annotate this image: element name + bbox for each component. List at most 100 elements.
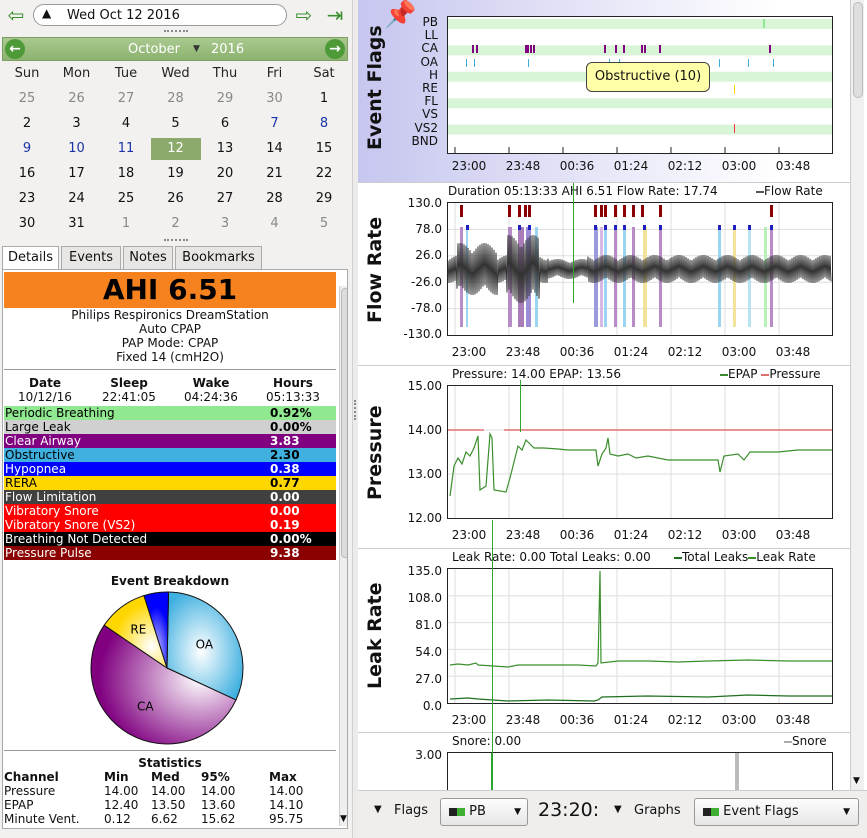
graphs-label[interactable]: Graphs: [634, 803, 681, 818]
weekday-label: Fri: [266, 66, 283, 81]
calendar-month[interactable]: October: [128, 42, 180, 57]
scrollbar-thumb[interactable]: [341, 288, 347, 558]
tab-details[interactable]: Details: [2, 246, 59, 270]
calendar-day[interactable]: 30: [2, 213, 52, 235]
stats-cell: 15.62: [201, 812, 236, 826]
graphs-combo[interactable]: Event Flags ▼: [694, 798, 859, 826]
details-scrollbar[interactable]: [339, 286, 347, 826]
tab-bookmarks[interactable]: Bookmarks: [175, 246, 262, 269]
calendar-day[interactable]: 31: [52, 213, 102, 235]
graphs-menu-icon[interactable]: ▼: [614, 804, 622, 815]
calendar-day[interactable]: 3: [200, 213, 250, 235]
scroll-down-icon[interactable]: ▼: [340, 814, 347, 824]
chevron-down-icon[interactable]: ▼: [193, 44, 200, 54]
grip-handle[interactable]: [164, 30, 188, 34]
calendar-day[interactable]: 26: [151, 188, 201, 210]
calendar-day[interactable]: 29: [200, 88, 250, 110]
calendar-day[interactable]: 2: [2, 113, 52, 135]
calendar-day[interactable]: 30: [250, 88, 300, 110]
leak-rate-graph[interactable]: Leak Rate Leak Rate: 0.00 Total Leaks: 0…: [358, 549, 853, 733]
graph-scrollbar[interactable]: ▼: [850, 0, 864, 790]
calendar-day[interactable]: 11: [101, 138, 151, 160]
calendar-day[interactable]: 12: [150, 138, 201, 160]
scrollbar-thumb[interactable]: [853, 2, 863, 98]
calendar-day[interactable]: 2: [151, 213, 201, 235]
x-tick-label: 01:24: [613, 159, 649, 173]
flags-label[interactable]: Flags: [394, 803, 428, 818]
calendar-day[interactable]: 5: [299, 213, 349, 235]
calendar-day[interactable]: 4: [101, 113, 151, 135]
calendar-day[interactable]: 7: [250, 113, 300, 135]
y-tick-label: 26.0: [415, 248, 442, 263]
flow-rate-graph[interactable]: Flow Rate Duration 05:13:33 AHI 6.51 Flo…: [358, 183, 853, 366]
chevron-down-icon: ▼: [843, 807, 850, 817]
calendar-day[interactable]: 14: [250, 138, 300, 160]
calendar-day[interactable]: 6: [200, 113, 250, 135]
event-row[interactable]: Vibratory Snore (VS2) 0.19: [4, 518, 336, 532]
calendar-day[interactable]: 3: [52, 113, 102, 135]
event-value: 0.00: [270, 490, 300, 504]
event-row[interactable]: Obstructive 2.30: [4, 448, 336, 462]
date-picker[interactable]: ▲ Wed Oct 12 2016: [33, 4, 287, 26]
calendar-day[interactable]: 8: [299, 113, 349, 135]
calendar-day[interactable]: 20: [200, 163, 250, 185]
calendar-day[interactable]: 28: [151, 88, 201, 110]
cursor-line: [492, 520, 493, 790]
next-month-button[interactable]: →: [325, 39, 345, 59]
prev-month-button[interactable]: ←: [5, 39, 25, 59]
event-row[interactable]: Large Leak 0.00%: [4, 420, 336, 434]
calendar-day[interactable]: 27: [101, 88, 151, 110]
calendar-day[interactable]: 1: [299, 88, 349, 110]
pressure-pulse-mark: [614, 205, 617, 217]
event-value: 0.92%: [270, 406, 312, 420]
calendar-day[interactable]: 24: [52, 188, 102, 210]
event-row[interactable]: Clear Airway 3.83: [4, 434, 336, 448]
calendar-day[interactable]: 27: [200, 188, 250, 210]
pressure-pulse-mark: [524, 205, 527, 217]
snore-graph[interactable]: Snore: 0.00 Snore 3.00: [358, 733, 853, 793]
event-row[interactable]: Flow Limitation 0.00: [4, 490, 336, 504]
scroll-down-icon[interactable]: ▼: [853, 776, 860, 786]
calendar-day[interactable]: 9: [2, 138, 52, 160]
calendar-day[interactable]: 4: [250, 213, 300, 235]
calendar-day[interactable]: 21: [250, 163, 300, 185]
flags-combo[interactable]: PB ▼: [440, 798, 528, 826]
event-row[interactable]: Pressure Pulse 9.38: [4, 546, 336, 560]
event-row[interactable]: Breathing Not Detected 0.00%: [4, 532, 336, 546]
event-row[interactable]: Periodic Breathing 0.92%: [4, 406, 336, 420]
calendar-day[interactable]: 17: [52, 163, 102, 185]
calendar-day[interactable]: 23: [2, 188, 52, 210]
calendar-day[interactable]: 25: [2, 88, 52, 110]
calendar-day[interactable]: 10: [52, 138, 102, 160]
event-row[interactable]: RERA 0.77: [4, 476, 336, 490]
calendar-day[interactable]: 28: [250, 188, 300, 210]
left-panel: ⇦ ▲ Wed Oct 12 2016 ⇨ ⇥ ← October ▼ 2016…: [0, 0, 352, 838]
flags-menu-icon[interactable]: ▼: [374, 804, 382, 815]
tab-events[interactable]: Events: [61, 246, 121, 269]
calendar-day[interactable]: 26: [52, 88, 102, 110]
calendar-day[interactable]: 1: [101, 213, 151, 235]
triangle-up-icon[interactable]: ▲: [42, 6, 51, 20]
calendar-day[interactable]: 22: [299, 163, 349, 185]
calendar-year[interactable]: 2016: [211, 42, 244, 57]
calendar-day[interactable]: 29: [299, 188, 349, 210]
calendar-day[interactable]: 16: [2, 163, 52, 185]
event-top-mark: [748, 225, 751, 230]
calendar-day[interactable]: 13: [200, 138, 250, 160]
grip-handle[interactable]: [164, 239, 188, 243]
event-row[interactable]: Vibratory Snore 0.00: [4, 504, 336, 518]
arrow-right-icon[interactable]: ⇨: [293, 5, 315, 27]
event-row[interactable]: Hypopnea 0.38: [4, 462, 336, 476]
calendar-day[interactable]: 15: [299, 138, 349, 160]
pressure-graph[interactable]: Pressure Pressure: 14.00 EPAP: 13.56 EPA…: [358, 366, 853, 549]
tab-notes[interactable]: Notes: [123, 246, 173, 269]
arrow-to-end-icon[interactable]: ⇥: [324, 5, 346, 27]
weekday-label: Sun: [14, 66, 40, 81]
arrow-left-icon[interactable]: ⇦: [5, 5, 27, 27]
calendar-day[interactable]: 25: [101, 188, 151, 210]
snore-legend: Snore: [784, 734, 827, 748]
y-tick-label: 108.0: [407, 591, 442, 605]
calendar-day[interactable]: 5: [151, 113, 201, 135]
calendar-day[interactable]: 18: [101, 163, 151, 185]
calendar-day[interactable]: 19: [151, 163, 201, 185]
